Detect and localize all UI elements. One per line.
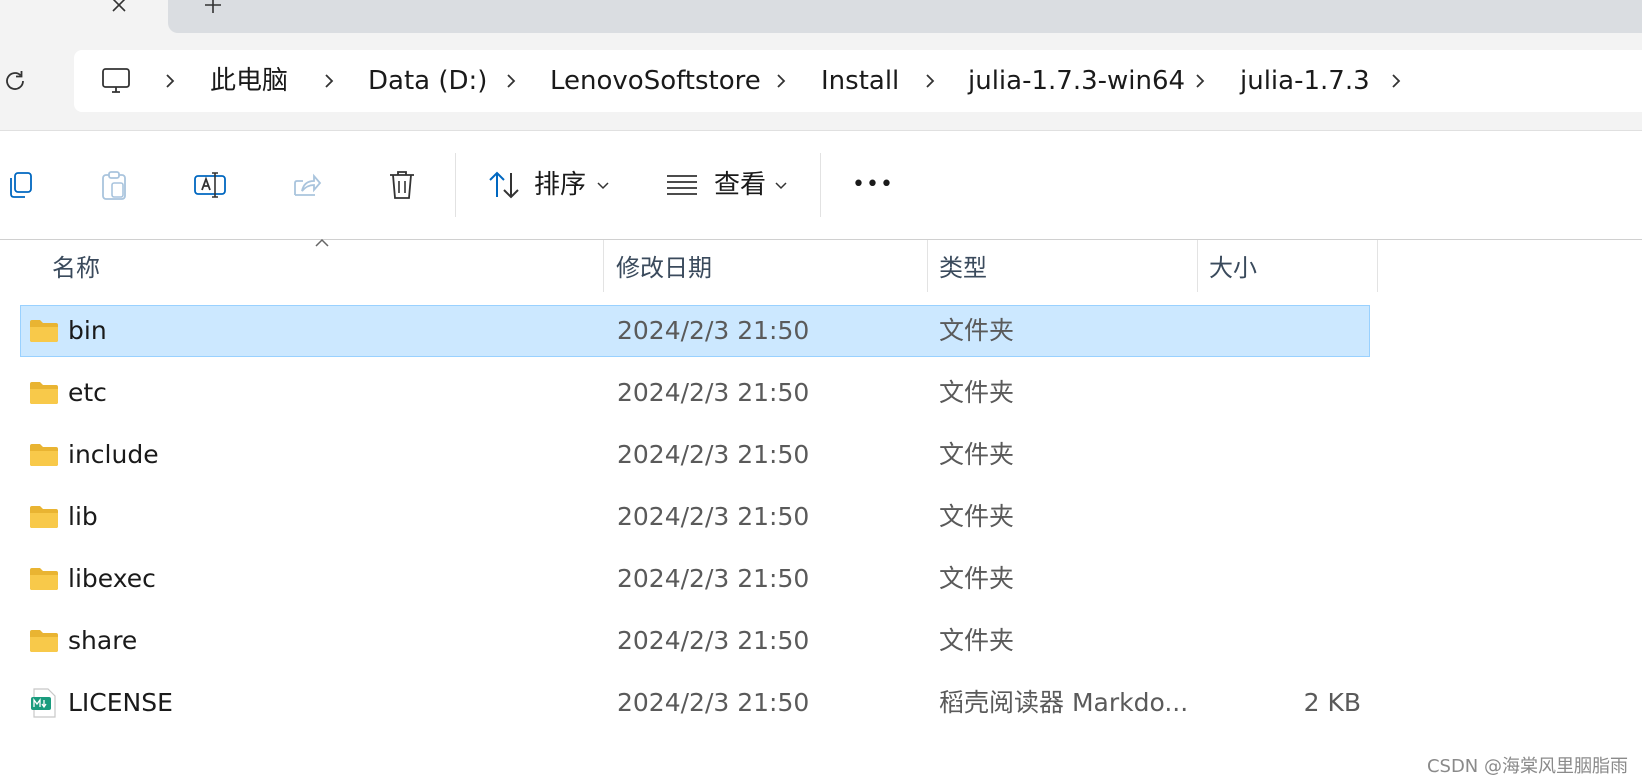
paste-icon — [102, 171, 126, 200]
chevron-right-icon[interactable] — [160, 71, 180, 91]
command-bar: 排序 查看 ••• — [0, 131, 1642, 240]
copy-icon — [10, 172, 32, 198]
plus-icon — [205, 0, 221, 13]
computer-icon — [102, 68, 130, 93]
folder-icon — [30, 444, 58, 466]
tab-strip-background — [168, 0, 1642, 33]
file-name: include — [68, 440, 159, 469]
file-date: 2024/2/3 21:50 — [617, 440, 810, 469]
chevron-right-icon[interactable] — [1386, 71, 1406, 91]
chevron-right-icon[interactable] — [771, 71, 791, 91]
file-date: 2024/2/3 21:50 — [617, 378, 810, 407]
markdown-file-icon — [31, 688, 56, 718]
file-name: libexec — [68, 564, 156, 593]
file-name: lib — [68, 502, 98, 531]
chevron-right-icon[interactable] — [920, 71, 940, 91]
folder-icon — [30, 382, 58, 404]
file-date: 2024/2/3 21:50 — [617, 564, 810, 593]
file-type: 稻壳阅读器 Markdo... — [939, 688, 1189, 717]
rename-button[interactable] — [190, 165, 230, 205]
column-header-row: 名称 修改日期 类型 大小 — [0, 238, 1642, 296]
column-divider[interactable] — [1197, 240, 1198, 292]
column-header-date[interactable]: 修改日期 — [616, 240, 712, 296]
chevron-right-icon[interactable] — [501, 71, 521, 91]
breadcrumb-item[interactable]: 此电脑 — [210, 50, 288, 112]
watermark: CSDN @海棠风里胭脂雨 — [1426, 756, 1628, 777]
toolbar-divider — [455, 153, 456, 217]
view-label: 查看 — [714, 170, 767, 200]
file-type: 文件夹 — [939, 626, 1015, 655]
breadcrumb-item[interactable]: julia-1.7.3 — [1240, 50, 1370, 112]
file-type: 文件夹 — [939, 440, 1015, 469]
sort-button[interactable]: 排序 — [484, 155, 614, 215]
chevron-right-icon[interactable] — [1190, 71, 1210, 91]
file-name: LICENSE — [68, 688, 173, 717]
column-header-type[interactable]: 类型 — [939, 240, 987, 296]
file-row[interactable]: etc 2024/2/3 21:50 文件夹 — [20, 367, 1370, 419]
breadcrumb-item[interactable]: LenovoSoftstore — [550, 50, 761, 112]
column-divider[interactable] — [1377, 240, 1378, 292]
close-icon — [112, 0, 126, 12]
address-bar[interactable]: 此电脑 Data (D:) LenovoSoftstore Install ju… — [74, 50, 1642, 112]
close-tab-button[interactable] — [106, 0, 132, 18]
rename-icon — [194, 172, 226, 198]
refresh-icon — [6, 71, 24, 90]
file-row[interactable]: share 2024/2/3 21:50 文件夹 — [20, 615, 1370, 667]
share-icon — [294, 173, 322, 196]
file-name: share — [68, 626, 138, 655]
toolbar-divider — [820, 153, 821, 217]
folder-icon — [30, 630, 58, 652]
chevron-down-icon — [597, 182, 609, 190]
file-row[interactable]: libexec 2024/2/3 21:50 文件夹 — [20, 553, 1370, 605]
file-type: 文件夹 — [939, 564, 1015, 593]
chevron-right-icon[interactable] — [319, 71, 339, 91]
sort-icon — [484, 165, 524, 205]
refresh-button[interactable] — [0, 66, 30, 96]
file-row[interactable]: LICENSE 2024/2/3 21:50 稻壳阅读器 Markdo... 2… — [20, 677, 1370, 729]
new-tab-button[interactable] — [200, 0, 226, 18]
file-date: 2024/2/3 21:50 — [617, 502, 810, 531]
file-date: 2024/2/3 21:50 — [617, 316, 810, 345]
breadcrumb-item[interactable]: julia-1.7.3-win64 — [968, 50, 1185, 112]
file-type: 文件夹 — [939, 316, 1015, 345]
trash-icon — [390, 171, 414, 199]
sort-label: 排序 — [534, 170, 587, 200]
paste-button[interactable] — [94, 165, 134, 205]
file-row[interactable]: bin 2024/2/3 21:50 文件夹 — [20, 305, 1370, 357]
breadcrumb-root[interactable] — [98, 63, 134, 99]
file-size: 2 KB — [1303, 688, 1361, 717]
sort-ascending-icon — [315, 238, 329, 247]
file-type: 文件夹 — [939, 378, 1015, 407]
column-divider[interactable] — [603, 240, 604, 292]
file-name: etc — [68, 378, 107, 407]
column-divider[interactable] — [927, 240, 928, 292]
file-date: 2024/2/3 21:50 — [617, 688, 810, 717]
delete-button[interactable] — [382, 165, 422, 205]
folder-icon — [30, 320, 58, 342]
file-type: 文件夹 — [939, 502, 1015, 531]
copy-button[interactable] — [0, 165, 40, 205]
address-row: 此电脑 Data (D:) LenovoSoftstore Install ju… — [0, 36, 1642, 131]
share-button[interactable] — [286, 165, 326, 205]
column-header-size[interactable]: 大小 — [1209, 240, 1257, 296]
list-view-icon — [662, 165, 702, 205]
file-row[interactable]: lib 2024/2/3 21:50 文件夹 — [20, 491, 1370, 543]
breadcrumb-item[interactable]: Install — [821, 50, 899, 112]
column-header-name[interactable]: 名称 — [52, 240, 100, 296]
file-row[interactable]: include 2024/2/3 21:50 文件夹 — [20, 429, 1370, 481]
file-date: 2024/2/3 21:50 — [617, 626, 810, 655]
more-options-button[interactable]: ••• — [852, 165, 894, 205]
breadcrumb-item[interactable]: Data (D:) — [368, 50, 487, 112]
tab-strip — [0, 0, 1642, 36]
chevron-down-icon — [775, 182, 787, 190]
folder-icon — [30, 506, 58, 528]
file-name: bin — [68, 316, 107, 345]
folder-icon — [30, 568, 58, 590]
view-button[interactable]: 查看 — [662, 155, 792, 215]
